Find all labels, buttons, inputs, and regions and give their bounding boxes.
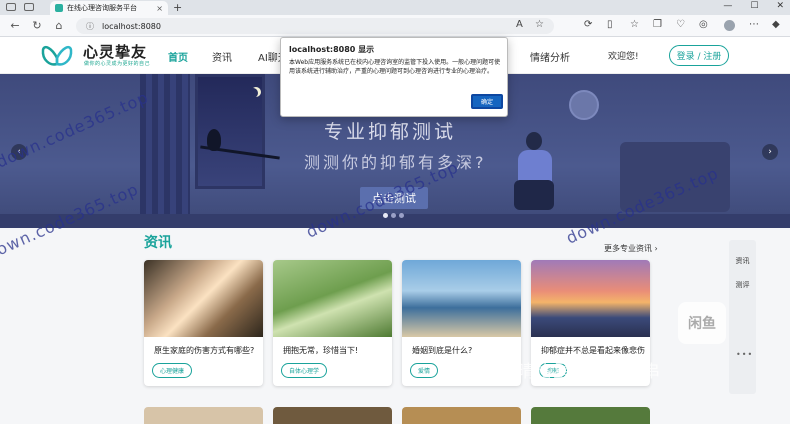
refresh-icon[interactable]: ↻ [30, 19, 44, 32]
extension-icon[interactable]: ⟳ [584, 19, 592, 30]
url-text: localhost:8080 [102, 21, 161, 31]
news-card-next-row[interactable] [144, 407, 263, 424]
news-card-tag[interactable]: 爱情 [410, 363, 439, 378]
browser-tab-bar: 在线心理咨询服务平台 × + — ☐ ✕ [0, 0, 790, 15]
carousel-next-button[interactable]: › [762, 144, 778, 160]
login-register-button[interactable]: 登录 / 注册 [669, 45, 729, 66]
copilot-icon[interactable]: ◎ [699, 19, 708, 30]
sitting-person-illustration [510, 132, 560, 212]
news-card-next-row[interactable] [402, 407, 521, 424]
side-floating-panel: 资讯 测评 ••• [729, 240, 756, 394]
news-card-tag[interactable]: 心理健康 [152, 363, 193, 378]
carousel-dot[interactable] [399, 213, 404, 218]
news-card-title: 原生家庭的伤害方式有哪些? [154, 346, 255, 355]
news-section: 资讯 更多专业资讯 › 原生家庭的伤害方式有哪些? 心理健康 拥抱无常，珍惜当下… [0, 228, 790, 424]
dialog-title: localhost:8080 显示 [289, 45, 375, 54]
news-card-image [144, 260, 263, 337]
news-card-title: 婚姻到底是什么? [412, 346, 473, 355]
butterfly-logo-icon[interactable] [40, 42, 74, 68]
browser-essentials-icon[interactable]: ♡ [676, 19, 685, 30]
tab-actions-icon[interactable] [24, 3, 34, 11]
news-card-next-row[interactable] [273, 407, 392, 424]
news-section-title: 资讯 [144, 235, 172, 251]
site-info-icon[interactable]: ⓘ [86, 21, 94, 32]
moon-icon [248, 88, 258, 98]
dialog-ok-button[interactable]: 确定 [471, 94, 503, 109]
profile-avatar-icon[interactable] [724, 20, 735, 31]
new-tab-button[interactable]: + [173, 1, 182, 14]
news-card[interactable]: 拥抱无常，珍惜当下! 自体心理学 [273, 260, 392, 386]
side-assessment-link[interactable]: 测评 [729, 280, 756, 290]
alert-dialog: localhost:8080 显示 本Web应用服务系统已在校内心理咨询室的监管… [280, 37, 508, 117]
tab-title: 在线心理咨询服务平台 [67, 4, 137, 12]
maximize-button[interactable]: ☐ [750, 1, 758, 11]
news-card-image [402, 260, 521, 337]
news-card-title: 拥抱无常，珍惜当下! [283, 346, 359, 355]
carousel-dot[interactable] [383, 213, 388, 218]
edge-sidebar-icon[interactable]: ◆ [772, 19, 780, 30]
address-toolbar: ← ↻ ⌂ ⓘ localhost:8080 A ☆ ⟳ ▯ ☆ ❐ ♡ ◎ ⋯… [0, 15, 790, 37]
favorites-list-icon[interactable]: ☆ [630, 19, 639, 30]
more-menu-icon[interactable]: ⋯ [749, 19, 759, 30]
news-card[interactable]: 原生家庭的伤害方式有哪些? 心理健康 [144, 260, 263, 386]
minimize-button[interactable]: — [723, 1, 732, 11]
wall-clock-icon [569, 90, 599, 120]
start-test-button[interactable]: 点击测试 [360, 187, 428, 209]
dialog-message: 本Web应用服务系统已在校内心理咨询室的监管下投入使用。一般心理问题可使用该系统… [289, 59, 501, 75]
read-aloud-icon[interactable]: A [516, 19, 523, 30]
window-controls: — ☐ ✕ [723, 1, 784, 11]
banner-sofa [620, 142, 730, 212]
collections-icon[interactable]: ❐ [653, 19, 662, 30]
side-news-link[interactable]: 资讯 [729, 256, 756, 266]
tab-close-icon[interactable]: × [156, 4, 163, 13]
brand-name: 心灵挚友 [83, 43, 148, 61]
workspaces-icon[interactable] [6, 3, 16, 11]
news-card-title: 抑郁症并不总是看起来像悲伤 [541, 346, 645, 355]
banner-curtain [140, 74, 190, 228]
xianyu-watermark: 闲鱼号：晴格星朴素的串串 [445, 362, 661, 382]
side-more-icon[interactable]: ••• [736, 350, 753, 359]
more-news-link[interactable]: 更多专业资讯 › [604, 243, 658, 254]
carousel-dot[interactable] [391, 213, 396, 218]
banner-headline: 专业抑郁测试 [324, 121, 457, 143]
news-card-image [273, 260, 392, 337]
welcome-text: 欢迎您! [608, 52, 639, 62]
home-icon[interactable]: ⌂ [52, 19, 66, 32]
carousel-indicators [383, 213, 404, 218]
carousel-prev-button[interactable]: ‹ [11, 144, 27, 160]
news-card-next-row[interactable] [531, 407, 650, 424]
url-bar[interactable]: ⓘ localhost:8080 [76, 18, 554, 34]
close-window-button[interactable]: ✕ [776, 1, 784, 11]
news-card-image [531, 260, 650, 337]
split-screen-icon[interactable]: ▯ [607, 19, 613, 30]
nav-home[interactable]: 首页 [168, 49, 188, 64]
nav-emotion-analysis[interactable]: 情绪分析 [530, 49, 570, 64]
news-card-tag[interactable]: 自体心理学 [281, 363, 328, 378]
bird-icon [207, 129, 221, 151]
back-icon[interactable]: ← [8, 19, 22, 32]
nav-news[interactable]: 资讯 [212, 49, 232, 64]
xianyu-logo-icon: 闲鱼 [678, 302, 726, 344]
banner-subline: 测测你的抑郁有多深? [304, 153, 487, 172]
favorite-star-icon[interactable]: ☆ [535, 19, 544, 30]
browser-tab[interactable]: 在线心理咨询服务平台 × [50, 1, 168, 15]
site-favicon-icon [55, 4, 63, 12]
brand-slogan: 做你的心灵成为更好的自己 [84, 61, 151, 67]
